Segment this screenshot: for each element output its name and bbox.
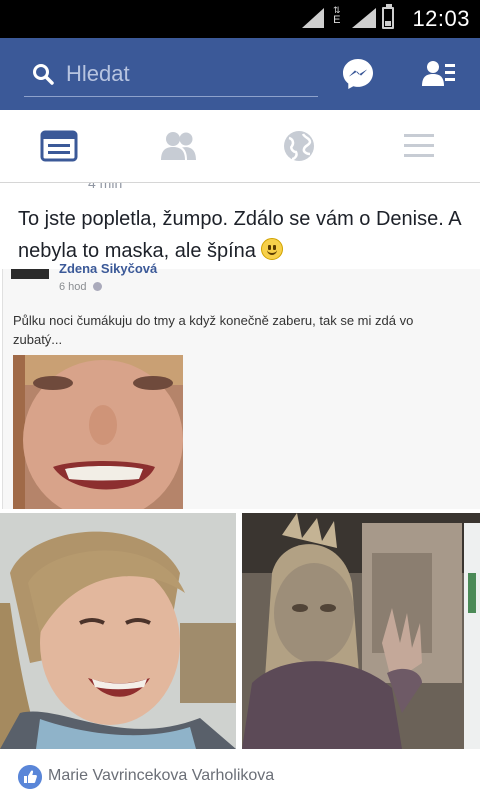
app-header: Hledat [0, 38, 480, 110]
photo-smiling-woman[interactable] [0, 513, 236, 749]
public-globe-icon [92, 282, 102, 291]
messenger-icon[interactable] [341, 57, 375, 91]
tab-notifications[interactable] [240, 110, 360, 182]
globe-icon [284, 131, 314, 161]
post-message: To jste popletla, žumpo. Zdálo se vám o … [18, 208, 461, 262]
smiley-emoji-icon [261, 238, 284, 260]
status-bar: ⇅ E 12:03 [0, 0, 480, 38]
news-feed-icon [40, 130, 78, 162]
network-type-label: ⇅ E [333, 5, 341, 26]
photo-2-image [0, 513, 236, 749]
friend-requests-icon[interactable] [422, 60, 456, 88]
tab-bar [0, 110, 480, 183]
photo-1-image [13, 355, 183, 509]
status-time: 12:03 [412, 6, 470, 31]
shared-post-text: Půlku noci čumákuju do tmy a když konečn… [13, 313, 414, 347]
post-time: 4 min [88, 183, 123, 191]
shared-time-text: 6 hod [59, 281, 87, 293]
photo-row [0, 513, 480, 749]
liker-name[interactable]: Marie Vavrincekova Varholikova [48, 767, 274, 785]
shared-post-time: 6 hod [59, 281, 102, 293]
shared-author-name: Zdena Sikyčová [59, 261, 158, 276]
photo-mud-covered-figure[interactable] [242, 513, 480, 749]
battery-icon [382, 4, 394, 29]
photo-3-image [242, 513, 480, 749]
news-feed: 4 min To jste popletla, žumpo. Zdálo se … [0, 183, 480, 800]
search-underline [24, 96, 318, 97]
signal-icon-2 [352, 8, 376, 28]
menu-icon [404, 134, 434, 157]
like-thumb-icon [18, 765, 42, 789]
post-text: To jste popletla, žumpo. Zdálo se vám o … [18, 203, 468, 267]
tab-news-feed[interactable] [0, 110, 120, 182]
search-input[interactable]: Hledat [66, 60, 306, 88]
tab-more[interactable] [360, 110, 480, 182]
search-icon[interactable] [32, 63, 54, 85]
shared-post-screenshot[interactable]: Zdena Sikyčová 6 hod Půlku noci čumákuju… [2, 261, 480, 509]
photo-smiling-woman-closeup[interactable] [13, 355, 183, 509]
shared-avatar [11, 269, 49, 279]
tab-friends[interactable] [120, 110, 240, 182]
friends-icon [161, 132, 196, 160]
signal-icon [302, 8, 324, 28]
